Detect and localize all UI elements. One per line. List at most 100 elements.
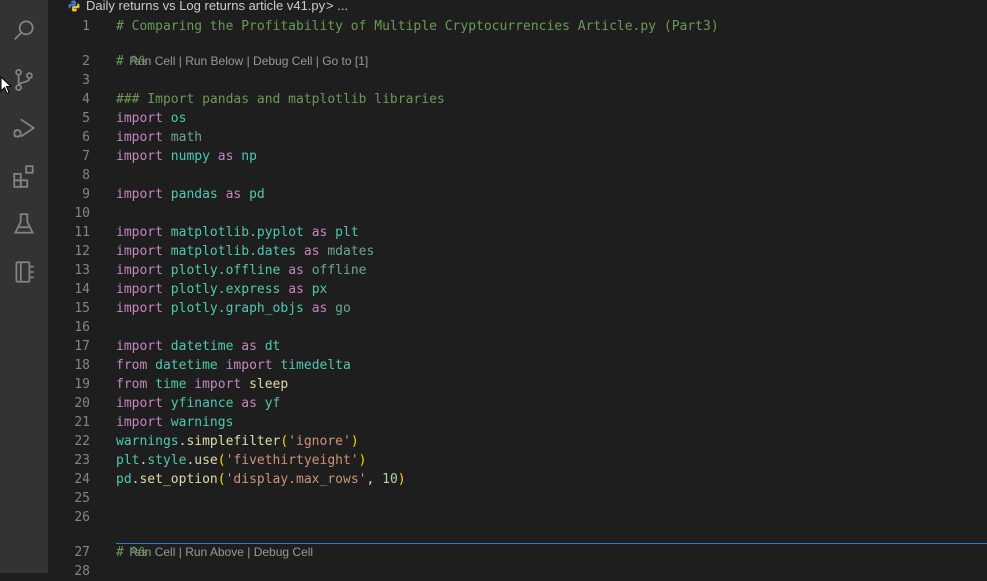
line-number: 5: [82, 111, 90, 126]
code-token: warnings: [170, 415, 234, 430]
code-editor[interactable]: Run Cell | Run Below | Debug Cell | Go t…: [48, 0, 987, 579]
extensions-icon[interactable]: [10, 162, 38, 190]
code-text: pd.set_option('display.max_rows', 10): [116, 470, 406, 489]
code-line[interactable]: 9 import pandas as pd: [48, 185, 987, 204]
code-text: import datetime as dt: [116, 337, 280, 356]
code-lens-top: Run Cell | Run Below | Debug Cell | Go t…: [116, 37, 368, 68]
code-token: as: [225, 187, 242, 202]
code-token: sleep: [249, 377, 289, 392]
line-number: 9: [82, 187, 90, 202]
code-line[interactable]: 22 warnings.simplefilter('ignore'): [48, 432, 987, 451]
code-line[interactable]: 1 # Comparing the Profitability of Multip…: [48, 17, 987, 36]
code-line[interactable]: 25: [48, 489, 987, 508]
code-token: use: [194, 453, 218, 468]
code-line[interactable]: 2 # %%: [48, 52, 987, 71]
code-token: px: [311, 282, 328, 297]
line-number: 13: [74, 263, 90, 278]
code-token: plotly.offline: [170, 263, 281, 278]
source-control-icon[interactable]: [10, 66, 38, 94]
notebook-icon[interactable]: [10, 258, 38, 286]
code-token: import: [225, 358, 273, 373]
mouse-cursor-icon: [0, 76, 12, 95]
code-line[interactable]: 7 import numpy as np: [48, 147, 987, 166]
code-line[interactable]: 6 import math: [48, 128, 987, 147]
code-line[interactable]: 10: [48, 204, 987, 223]
code-line[interactable]: 17 import datetime as dt: [48, 337, 987, 356]
code-token: as: [241, 396, 257, 411]
line-number: 19: [74, 377, 90, 392]
code-line[interactable]: 15 import plotly.graph_objs as go: [48, 299, 987, 318]
code-line[interactable]: 26: [48, 508, 987, 527]
code-line[interactable]: 23 plt.style.use('fivethirtyeight'): [48, 451, 987, 470]
run-debug-icon[interactable]: [10, 114, 38, 142]
code-token: simplefilter: [186, 434, 281, 449]
code-line[interactable]: 19 from time import sleep: [48, 375, 987, 394]
code-text: import math: [116, 128, 202, 147]
code-token: time: [155, 377, 187, 392]
code-line[interactable]: 12 import matplotlib.dates as mdates: [48, 242, 987, 261]
code-line[interactable]: 4 ### Import pandas and matplotlib librar…: [48, 90, 987, 109]
code-line[interactable]: 8: [48, 166, 987, 185]
code-token: 'ignore': [288, 434, 351, 449]
code-text: warnings.simplefilter('ignore'): [116, 432, 359, 451]
code-text: import matplotlib.pyplot as plt: [116, 223, 359, 242]
code-token: matplotlib.pyplot: [170, 225, 304, 240]
code-token: datetime: [170, 339, 234, 354]
code-line[interactable]: 14 import plotly.express as px: [48, 280, 987, 299]
code-token: (: [217, 453, 226, 468]
code-line[interactable]: 16: [48, 318, 987, 337]
code-line[interactable]: 18 from datetime import timedelta: [48, 356, 987, 375]
code-line[interactable]: 13 import plotly.offline as offline: [48, 261, 987, 280]
code-token: ): [397, 472, 406, 487]
code-token: warnings: [116, 434, 179, 449]
code-token: plotly.express: [170, 282, 281, 297]
code-token: import: [116, 263, 163, 278]
code-token: ): [358, 453, 367, 468]
code-token: offline: [311, 263, 367, 278]
code-line[interactable]: 24 pd.set_option('display.max_rows', 10): [48, 470, 987, 489]
code-token: timedelta: [280, 358, 351, 373]
line-number: 23: [74, 453, 90, 468]
code-token: import: [116, 149, 163, 164]
code-token: plt: [335, 225, 359, 240]
code-line[interactable]: 5 import os: [48, 109, 987, 128]
search-icon[interactable]: [10, 16, 38, 44]
code-token: go: [335, 301, 351, 316]
code-token: numpy: [170, 149, 210, 164]
code-text: from datetime import timedelta: [116, 356, 351, 375]
line-number: 25: [74, 491, 90, 506]
code-line[interactable]: 27 # %%: [48, 543, 987, 562]
line-number: 26: [74, 510, 90, 525]
code-line[interactable]: 21 import warnings: [48, 413, 987, 432]
code-text: import plotly.express as px: [116, 280, 327, 299]
code-token: import: [194, 377, 242, 392]
code-token: plt: [116, 453, 140, 468]
code-line[interactable]: 20 import yfinance as yf: [48, 394, 987, 413]
code-text: import pandas as pd: [116, 185, 265, 204]
line-number: 10: [74, 206, 90, 221]
code-text: import matplotlib.dates as mdates: [116, 242, 374, 261]
code-token: import: [116, 282, 163, 297]
line-number: 6: [82, 130, 90, 145]
line-number: 27: [74, 545, 90, 560]
code-line[interactable]: 11 import matplotlib.pyplot as plt: [48, 223, 987, 242]
code-token: datetime: [155, 358, 218, 373]
code-token: import: [116, 415, 163, 430]
code-line[interactable]: 28: [48, 562, 987, 581]
code-line[interactable]: 3: [48, 71, 987, 90]
testing-icon[interactable]: [10, 210, 38, 238]
